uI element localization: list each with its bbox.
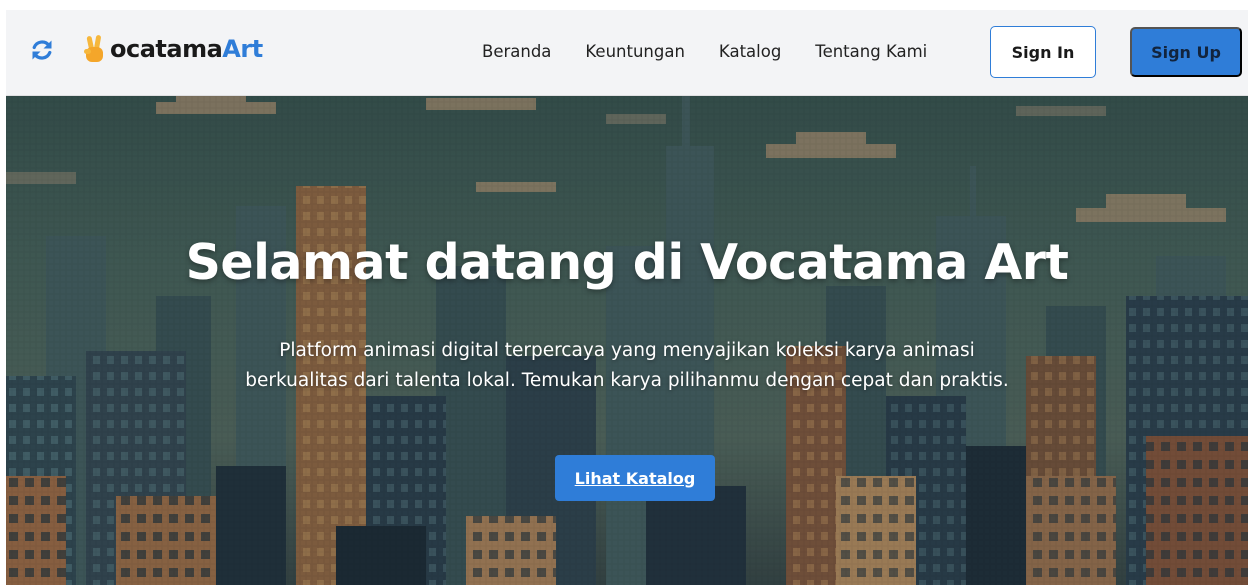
nav-link-beranda[interactable]: Beranda: [482, 42, 551, 61]
brand-name-accent: Art: [222, 35, 263, 63]
main-nav: Beranda Keuntungan Katalog Tentang Kami: [482, 42, 961, 61]
sign-up-button[interactable]: Sign Up: [1130, 27, 1242, 77]
nav-link-katalog[interactable]: Katalog: [719, 42, 781, 61]
brand-name: ocatamaArt: [110, 35, 263, 63]
nav-link-tentang-kami[interactable]: Tentang Kami: [815, 42, 927, 61]
refresh-icon[interactable]: [28, 36, 56, 64]
victory-hand-icon: [84, 35, 103, 62]
hero-title: Selamat datang di Vocatama Art: [185, 234, 1069, 291]
brand-logo[interactable]: ocatamaArt: [82, 34, 263, 64]
hero-section: Selamat datang di Vocatama Art Platform …: [6, 96, 1248, 585]
view-catalog-button[interactable]: Lihat Katalog: [555, 455, 715, 501]
brand-name-prefix: ocatama: [110, 35, 223, 63]
sign-in-button[interactable]: Sign In: [990, 26, 1096, 78]
navbar: ocatamaArt Beranda Keuntungan Katalog Te…: [6, 10, 1248, 96]
nav-link-keuntungan[interactable]: Keuntungan: [585, 42, 685, 61]
hero-description: Platform animasi digital terpercaya yang…: [245, 340, 1009, 391]
